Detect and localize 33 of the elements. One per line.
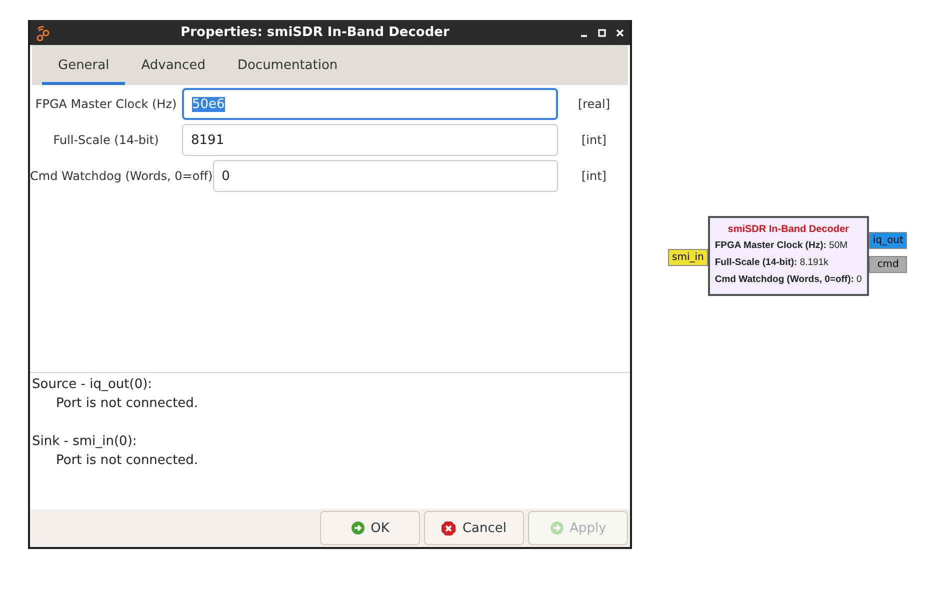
stop-sign-icon <box>441 520 456 536</box>
tab[interactable]: General <box>42 48 126 85</box>
tab[interactable]: Documentation <box>221 48 354 85</box>
output-port[interactable]: iq_out <box>868 232 908 249</box>
message-heading: Source - iq_out(0): <box>32 376 154 394</box>
input-field[interactable]: 50e6 <box>182 88 558 120</box>
type-label: [int] <box>580 133 608 147</box>
maximize-icon[interactable] <box>598 28 606 36</box>
message-text: Port is not connected. <box>55 452 200 470</box>
output-port[interactable]: cmd <box>868 256 908 273</box>
message-heading: Sink - smi_in(0): <box>32 433 138 451</box>
message-text: Port is not connected. <box>55 395 200 413</box>
dialog-button[interactable]: OK <box>320 511 420 545</box>
block-parameter: FPGA Master Clock (Hz): 50M <box>714 239 849 253</box>
tab[interactable]: Advanced <box>125 48 222 85</box>
block-parameter: Cmd Watchdog (Words, 0=off): 0 <box>714 273 862 287</box>
input-field[interactable]: 0 <box>212 160 558 192</box>
field-label: Cmd Watchdog (Words, 0=off) <box>30 169 213 183</box>
dialog-button[interactable]: Cancel <box>424 511 524 545</box>
field-label: Full-Scale (14-bit) <box>52 133 160 147</box>
block-title: smiSDR In-Band Decoder <box>726 224 850 235</box>
app-logo-icon <box>36 24 50 42</box>
input-field[interactable]: 8191 <box>182 124 558 156</box>
type-label: [int] <box>580 169 608 183</box>
block-parameter: Full-Scale (14-bit): 8.191k <box>714 256 830 270</box>
field-label: FPGA Master Clock (Hz) <box>34 97 178 111</box>
window-title: Properties: smiSDR In-Band Decoder <box>180 25 450 40</box>
arrow-circle-icon <box>550 521 564 535</box>
close-icon[interactable] <box>616 28 624 36</box>
flowgraph-block[interactable]: smiSDR In-Band Decoder FPGA Master Clock (Hz): 50M Full-Scale (14-bit): 8.191k Cmd Watchdog (Words, 0=off): 0 <box>708 216 869 296</box>
input-port[interactable]: smi_in <box>668 249 708 266</box>
arrow-circle-icon <box>350 521 365 535</box>
type-label: [real] <box>576 97 612 111</box>
